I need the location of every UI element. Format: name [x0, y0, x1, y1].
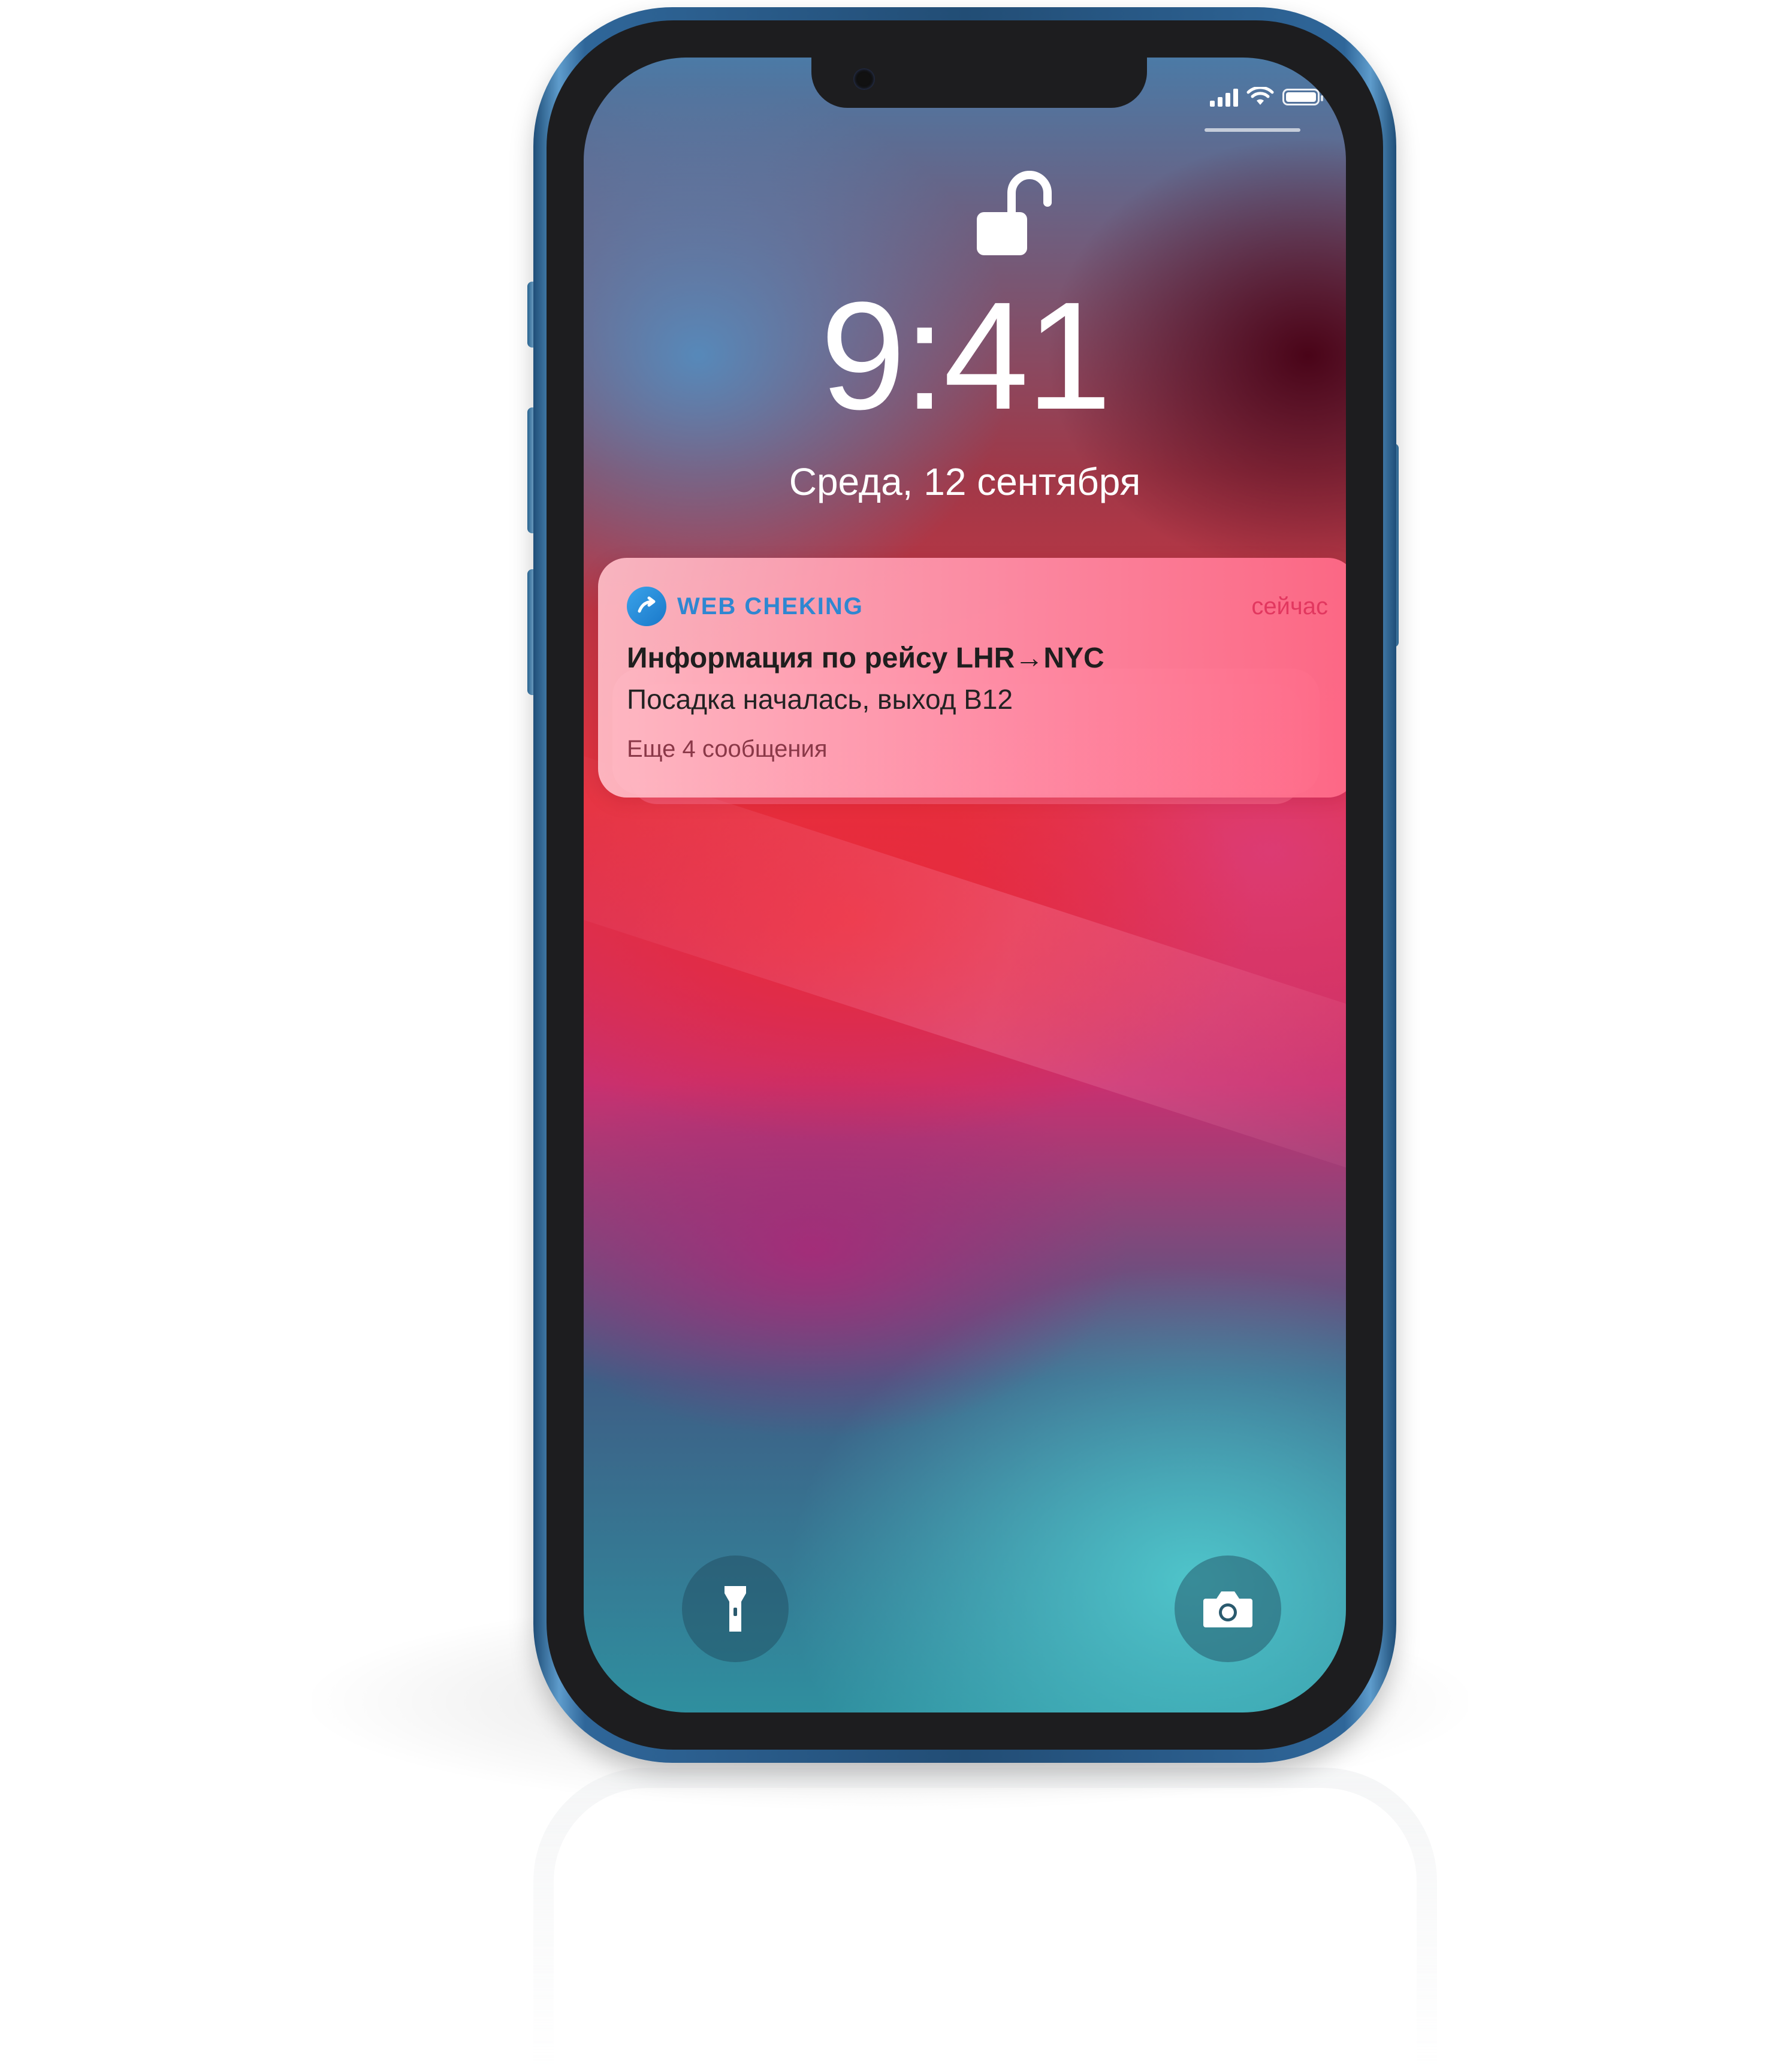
phone-frame: 9:41 Среда, 12 сентября WEB CHEKING сейч… — [533, 7, 1396, 1763]
status-bar — [1210, 84, 1323, 110]
notification-timestamp: сейчас — [1251, 593, 1328, 620]
control-center-indicator[interactable] — [1205, 128, 1300, 132]
wallpaper-streak — [584, 733, 1346, 1215]
front-camera — [853, 68, 875, 90]
camera-button[interactable] — [1175, 1555, 1281, 1662]
notch — [811, 58, 1147, 108]
airplane-arrow-icon — [627, 587, 666, 626]
notification-title: Информация по рейсу LHR→NYC — [627, 642, 1104, 674]
battery-icon — [1282, 89, 1323, 105]
flashlight-button[interactable] — [682, 1555, 789, 1662]
notification-app-name: WEB CHEKING — [677, 593, 864, 620]
camera-icon — [1203, 1591, 1252, 1627]
unlocked-padlock-icon — [977, 171, 1052, 255]
notification-more-count[interactable]: Еще 4 сообщения — [627, 736, 1328, 763]
phone-reflection — [533, 1768, 1437, 2072]
wifi-icon — [1246, 87, 1274, 105]
lock-time: 9:41 — [820, 270, 1112, 442]
battery-level — [1286, 92, 1316, 102]
lock-screen: 9:41 Среда, 12 сентября WEB CHEKING сейч… — [584, 58, 1346, 1712]
notification-header: WEB CHEKING сейчас — [627, 587, 1328, 626]
notification-body: Посадка началась, выход B12 — [627, 684, 1013, 715]
notification-card[interactable]: WEB CHEKING сейчас Информация по рейсу L… — [598, 558, 1346, 798]
phone-bezel: 9:41 Среда, 12 сентября WEB CHEKING сейч… — [547, 20, 1383, 1750]
lock-date: Среда, 12 сентября — [789, 460, 1141, 503]
cellular-signal-icon — [1210, 87, 1238, 107]
flashlight-icon — [725, 1586, 746, 1632]
